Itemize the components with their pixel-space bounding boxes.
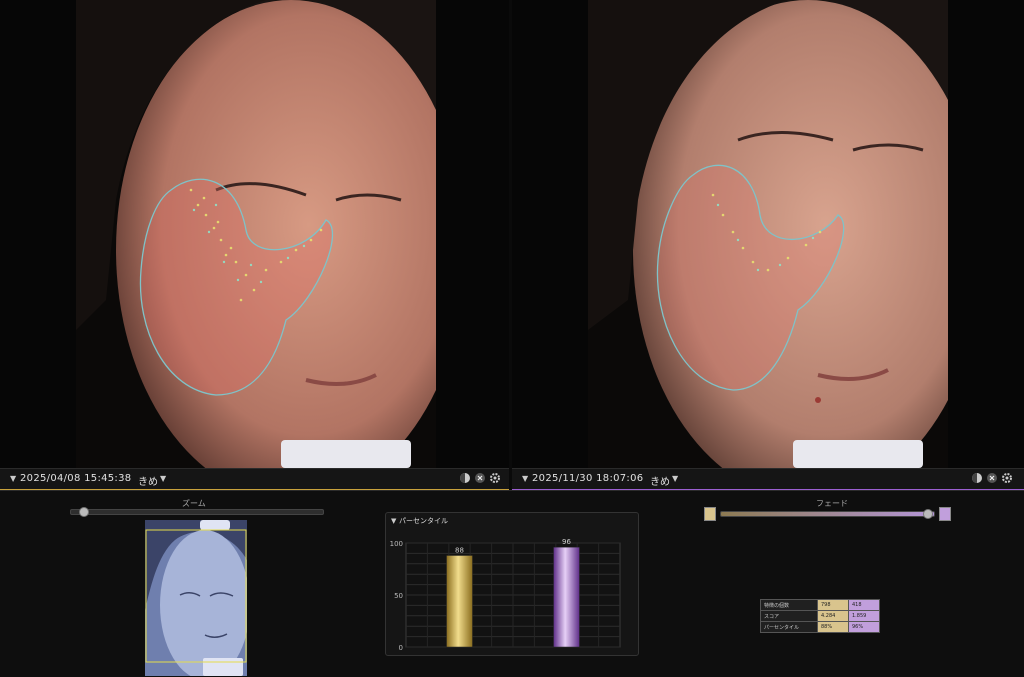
right-image-pane[interactable] <box>512 0 1024 468</box>
close-icon[interactable] <box>986 472 998 484</box>
stats-value-right: 418 <box>848 599 880 611</box>
table-row: 特徴の個数 798 418 <box>760 599 880 611</box>
right-face-photo <box>588 0 948 468</box>
stats-label: 特徴の個数 <box>760 599 818 611</box>
fade-left-swatch[interactable] <box>704 507 716 521</box>
left-face-photo <box>76 0 436 468</box>
stats-value-right: 1.859 <box>848 610 880 622</box>
table-row: パーセンタイル 88% 96% <box>760 621 880 633</box>
zoom-slider[interactable] <box>70 507 324 517</box>
fade-right-swatch[interactable] <box>939 507 951 521</box>
bar-value-label: 96 <box>562 538 571 546</box>
percentile-bar <box>553 546 580 648</box>
stats-value-left: 4.284 <box>817 610 849 622</box>
stats-label: スコア <box>760 610 818 622</box>
table-row: スコア 4.284 1.859 <box>760 610 880 622</box>
right-analysis-name[interactable]: きめ <box>650 473 670 488</box>
contrast-icon[interactable] <box>971 472 983 484</box>
gear-icon[interactable] <box>489 472 501 484</box>
left-info-bar: ▼ 2025/04/08 15:45:38 きめ ▼ <box>0 468 509 491</box>
close-icon[interactable] <box>474 472 486 484</box>
zoom-slider-thumb[interactable] <box>79 507 89 517</box>
analysis-dropdown-icon[interactable]: ▼ <box>672 474 678 483</box>
zoom-label: ズーム <box>182 499 206 508</box>
y-tick-label: 100 <box>390 540 403 548</box>
stats-label: パーセンタイル <box>760 621 818 633</box>
right-capture-date[interactable]: 2025/11/30 18:07:06 <box>532 473 643 484</box>
stats-value-left: 798 <box>817 599 849 611</box>
percentile-bar-chart: 0 50 100 88 96 <box>390 538 621 652</box>
analysis-dropdown-icon[interactable]: ▼ <box>160 474 166 483</box>
percentile-bar <box>446 555 473 648</box>
percentile-chart-panel: ▼ パーセンタイル 0 50 100 88 96 <box>385 512 639 656</box>
right-info-bar: ▼ 2025/11/30 18:07:06 きめ ▼ <box>512 468 1024 491</box>
fade-label: フェード <box>816 499 848 508</box>
date-dropdown-icon[interactable]: ▼ <box>10 474 16 483</box>
contrast-icon[interactable] <box>459 472 471 484</box>
fade-slider-thumb[interactable] <box>923 509 933 519</box>
left-capture-date[interactable]: 2025/04/08 15:45:38 <box>20 473 131 484</box>
left-analysis-name[interactable]: きめ <box>138 473 158 488</box>
zoom-navigator-thumbnail[interactable] <box>145 520 247 676</box>
left-image-pane[interactable] <box>0 0 509 468</box>
stats-value-right: 96% <box>848 621 880 633</box>
stats-value-left: 88% <box>817 621 849 633</box>
y-tick-label: 50 <box>394 592 403 600</box>
fade-slider[interactable] <box>720 509 935 519</box>
date-dropdown-icon[interactable]: ▼ <box>522 474 528 483</box>
y-tick-label: 0 <box>399 644 403 652</box>
gear-icon[interactable] <box>1001 472 1013 484</box>
bar-value-label: 88 <box>455 546 464 554</box>
stats-table: 特徴の個数 798 418 スコア 4.284 1.859 パーセンタイル 88… <box>760 599 880 633</box>
